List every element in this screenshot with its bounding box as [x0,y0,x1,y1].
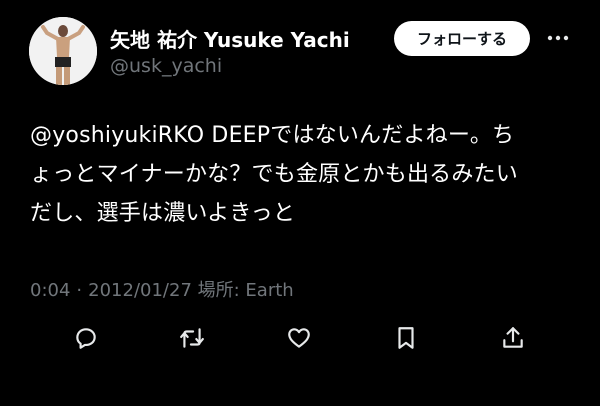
tweet-date[interactable]: 2012/01/27 [88,280,192,301]
tweet-time[interactable]: 0:04 [30,280,70,301]
more-horizontal-icon[interactable] [545,28,571,48]
tweet-line: ょっとマイナーかな？でも金原とかも出るみたい [30,162,518,187]
profile-photo-icon [29,17,97,85]
follow-button[interactable]: フォローする [394,21,530,56]
retweet-button[interactable] [172,318,212,358]
tweet-location: 場所: Earth [197,280,294,301]
avatar[interactable] [29,17,97,85]
action-bar [0,318,600,358]
tweet-meta: 0:04 · 2012/01/27 場所: Earth [30,276,294,302]
retweet-icon [180,328,204,348]
bookmark-icon [398,327,414,349]
like-button[interactable] [279,318,319,358]
tweet-text: @yoshiyukiRKO DEEPではないんだよねー。ち ょっとマイナーかな？… [30,116,578,233]
user-handle[interactable]: @usk_yachi [110,55,222,77]
reply-button[interactable] [66,318,106,358]
tweet-line: @yoshiyukiRKO DEEPではないんだよねー。ち [30,123,515,148]
reply-icon [76,328,96,349]
tweet-line: だし、選手は濃いよきっと [30,201,296,226]
share-icon [503,327,523,348]
like-icon [288,328,310,348]
bookmark-button[interactable] [386,318,426,358]
tweet-header: 矢地 祐介 Yusuke Yachi @usk_yachi フォローする [0,0,600,100]
share-button[interactable] [493,318,533,358]
display-name[interactable]: 矢地 祐介 Yusuke Yachi [110,24,350,53]
meta-separator: · [76,280,83,301]
